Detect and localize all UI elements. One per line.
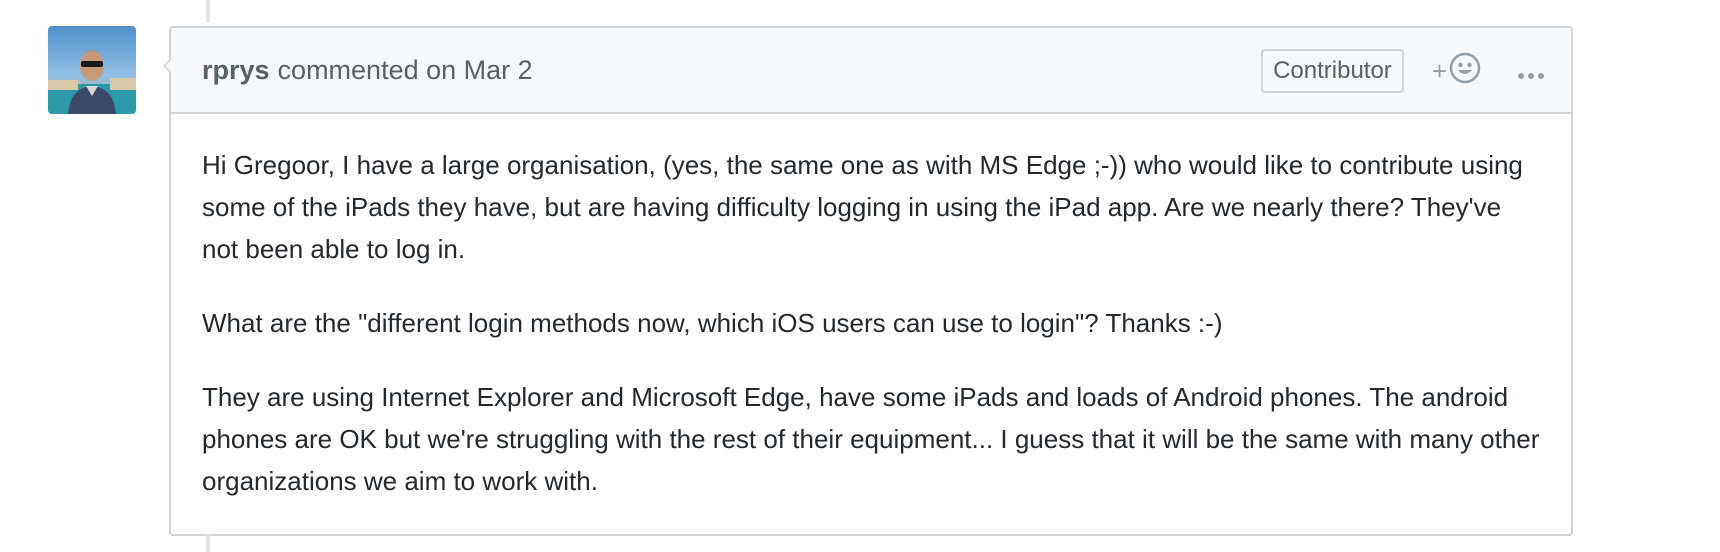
timeline-line-top — [206, 0, 210, 22]
comment-paragraph: They are using Internet Explorer and Mic… — [202, 382, 1540, 496]
contributor-badge: Contributor — [1261, 49, 1404, 93]
smiley-icon — [1449, 52, 1481, 91]
kebab-horizontal-icon — [1517, 56, 1545, 87]
comment-header: rprys commented on Mar 2 Contributor + — [171, 28, 1571, 114]
plus-icon: + — [1431, 56, 1447, 86]
avatar[interactable] — [48, 26, 136, 114]
timeline: rprys commented on Mar 2 Contributor + H… — [0, 0, 1720, 552]
author-link[interactable]: rprys — [202, 55, 270, 86]
comment-paragraph: What are the "different login methods no… — [202, 308, 1223, 338]
comment-body: Hi Gregoor, I have a large organisation,… — [171, 114, 1571, 502]
add-reaction-button[interactable]: + — [1432, 52, 1481, 91]
comment-paragraph: Hi Gregoor, I have a large organisation,… — [202, 150, 1523, 264]
comment-timestamp[interactable]: commented on Mar 2 — [278, 55, 533, 86]
timeline-line-bottom — [206, 535, 210, 552]
comment-actions: Contributor + — [1261, 28, 1545, 114]
comment-box: rprys commented on Mar 2 Contributor + H… — [163, 26, 1573, 536]
more-options-button[interactable] — [1517, 56, 1545, 87]
